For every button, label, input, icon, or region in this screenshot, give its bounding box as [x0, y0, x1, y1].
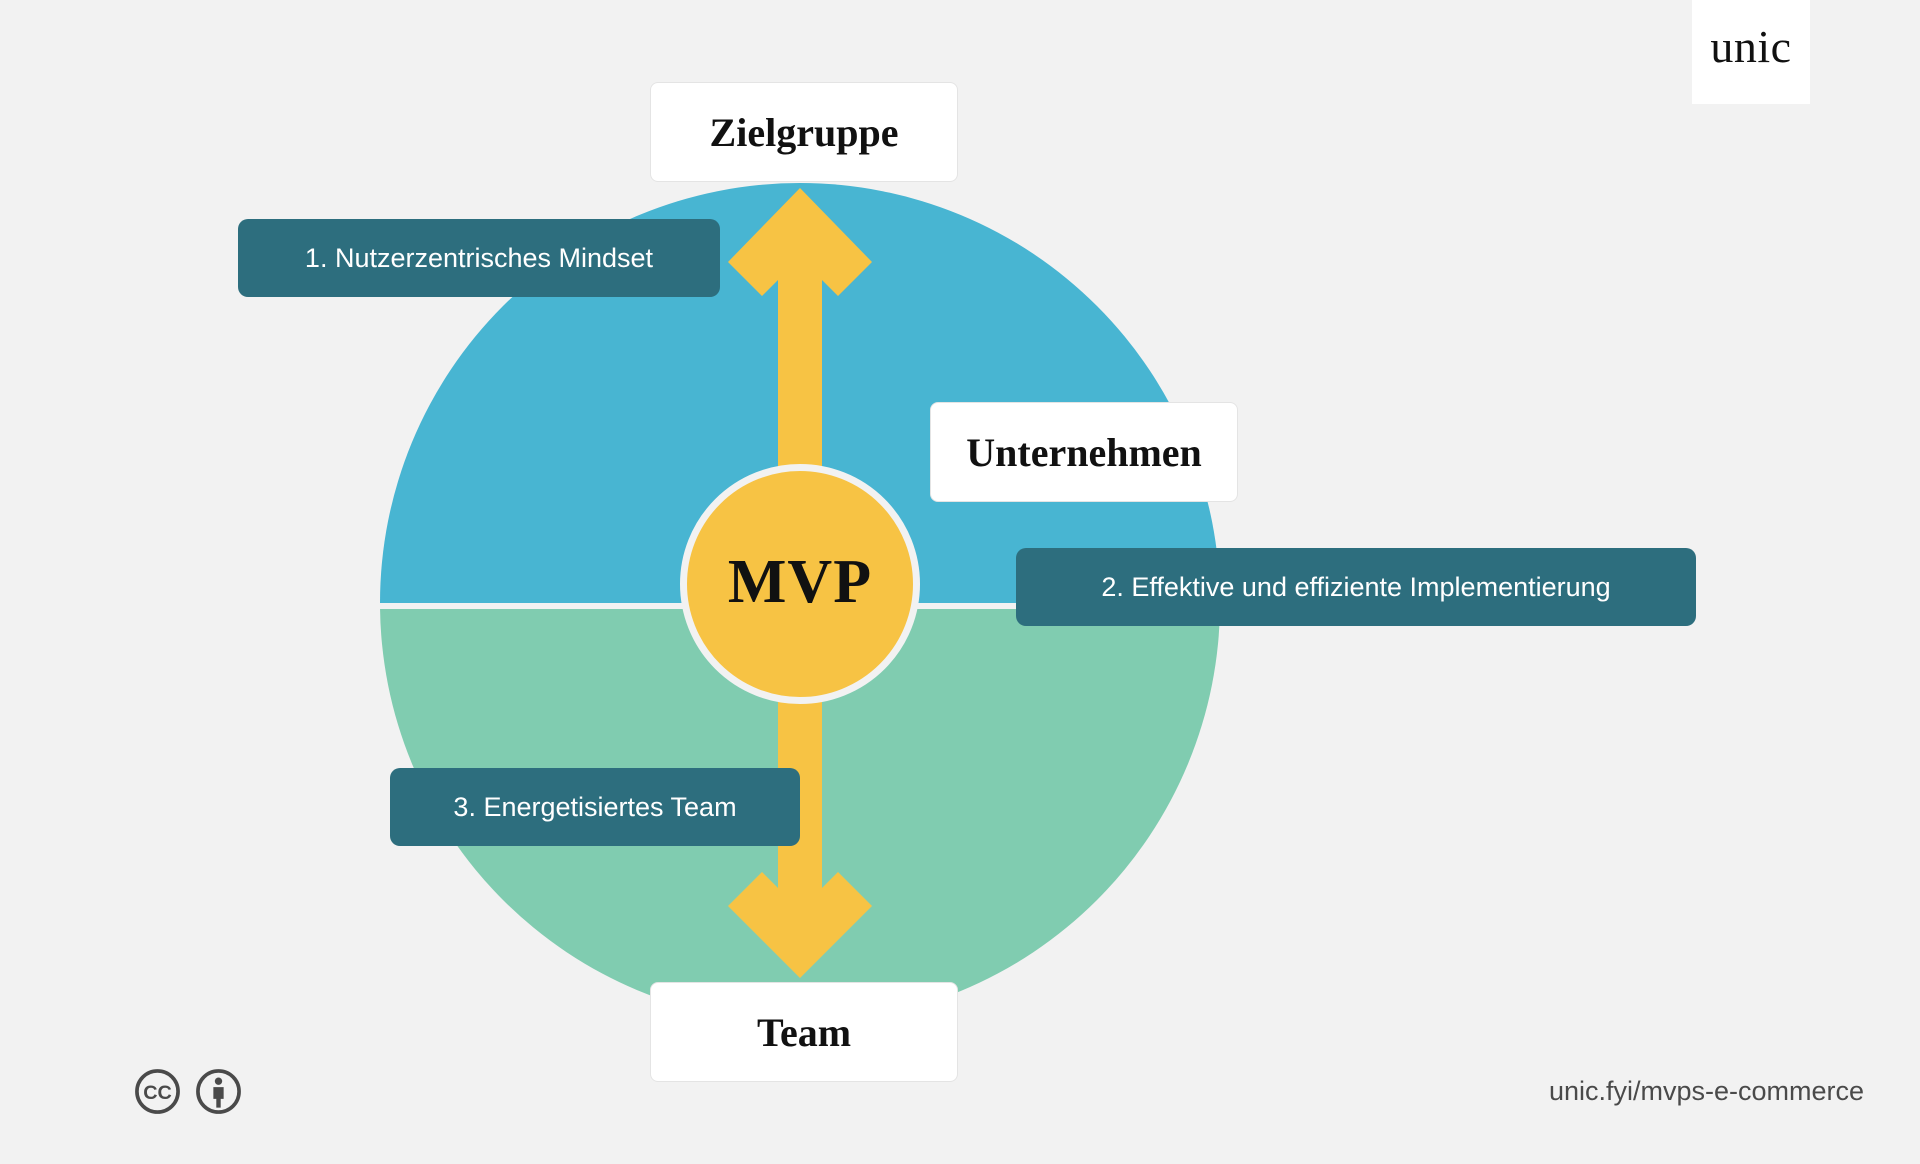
pole-label-team-text: Team — [756, 1009, 852, 1055]
creative-commons-icon: CC — [135, 1069, 180, 1114]
badge-nutzerzentrisches-mindset: 1. Nutzerzentrisches Mindset — [238, 219, 720, 297]
attribution-icon — [196, 1069, 241, 1114]
license-icons: CC — [134, 1068, 242, 1115]
badge-energetisiertes-team: 3. Energetisiertes Team — [390, 768, 800, 846]
badge-3-text: 3. Energetisiertes Team — [453, 791, 737, 822]
svg-text:CC: CC — [143, 1082, 172, 1104]
pole-label-unternehmen-text: Unternehmen — [966, 429, 1202, 475]
pole-label-unternehmen: Unternehmen — [930, 402, 1238, 502]
badge-2-text: 2. Effektive und effiziente Implementier… — [1101, 571, 1611, 602]
footer-url: unic.fyi/mvps-e-commerce — [1548, 1076, 1864, 1106]
unic-logo-text: unic — [1710, 21, 1792, 72]
pole-label-zielgruppe: Zielgruppe — [650, 82, 958, 182]
mvp-label: MVP — [727, 548, 873, 616]
unic-logo: unic — [1692, 0, 1810, 104]
mvp-center-node: MVP — [680, 464, 920, 704]
pole-label-team: Team — [650, 982, 958, 1082]
slide-canvas: unic MVP Zielgruppe Unternehmen Team 1. … — [0, 0, 1920, 1164]
badge-1-text: 1. Nutzerzentrisches Mindset — [304, 242, 654, 273]
badge-effektive-implementierung: 2. Effektive und effiziente Implementier… — [1016, 548, 1696, 626]
pole-label-zielgruppe-text: Zielgruppe — [709, 109, 899, 155]
